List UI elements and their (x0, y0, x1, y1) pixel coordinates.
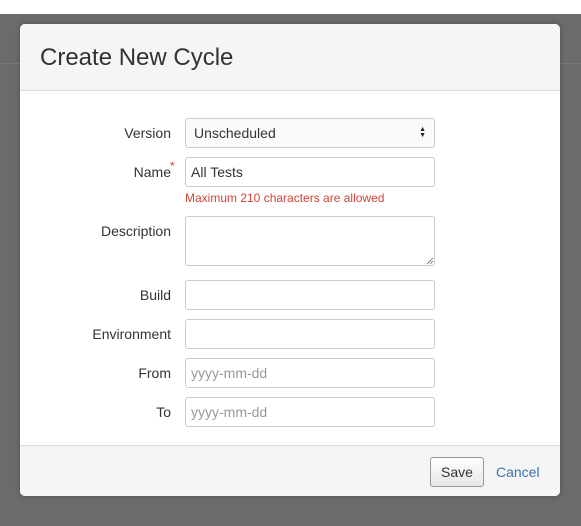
version-label: Version (124, 125, 171, 141)
build-input[interactable] (185, 280, 435, 310)
background-page-header (0, 0, 581, 14)
dialog-body: Version Unscheduled ▲▼ Name * Maximum 21… (20, 91, 560, 445)
description-wrapper (185, 216, 435, 266)
dialog-footer: Save Cancel (20, 445, 560, 496)
environment-input[interactable] (185, 319, 435, 349)
from-label: From (138, 365, 171, 381)
create-cycle-dialog: Create New Cycle Version Unscheduled ▲ ▼ … (20, 24, 560, 496)
required-asterisk-icon: * (170, 159, 175, 173)
cancel-link[interactable]: Cancel (496, 464, 540, 480)
select-arrows-icon: ▲ ▼ (419, 126, 426, 139)
from-date-input[interactable] (185, 358, 435, 388)
description-label: Description (100, 223, 171, 239)
name-input[interactable] (185, 157, 435, 187)
version-select[interactable]: Unscheduled ▲ ▼ (185, 118, 435, 148)
to-label: To (156, 404, 171, 420)
description-textarea[interactable] (185, 216, 435, 266)
version-selected-value: Unscheduled (194, 125, 276, 141)
to-date-input[interactable] (185, 397, 435, 427)
name-error-message: Maximum 210 characters are allowed (185, 191, 385, 205)
save-button[interactable]: Save (430, 457, 484, 487)
dialog-title: Create New Cycle (40, 44, 234, 71)
build-label: Build (139, 287, 171, 303)
resize-grip-icon[interactable] (426, 257, 434, 265)
name-label: Name (133, 164, 171, 180)
dialog-header: Create New Cycle (20, 24, 560, 91)
environment-label: Environment (92, 326, 171, 342)
